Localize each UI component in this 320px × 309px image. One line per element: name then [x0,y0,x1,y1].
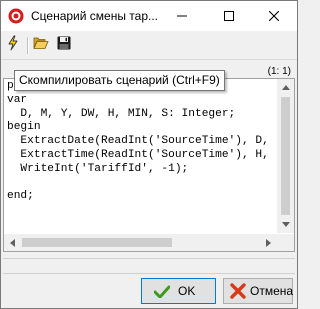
vertical-scrollbar[interactable] [277,79,294,233]
folder-open-icon [33,36,49,55]
window-title: Сценарий смены тар... [31,9,159,23]
horizontal-scrollbar[interactable] [4,234,277,251]
scroll-down-icon[interactable] [277,216,294,233]
toolbar [1,32,297,60]
close-button[interactable] [253,1,295,31]
lightning-icon [6,35,20,56]
cursor-position: (1: 1) [267,66,291,77]
open-button[interactable] [31,35,51,55]
cross-icon [230,283,246,299]
minimize-button[interactable] [161,1,203,31]
horizontal-scroll-thumb[interactable] [22,238,172,247]
scroll-left-icon[interactable] [4,234,21,251]
app-record-icon [8,8,24,24]
scroll-right-icon[interactable] [260,234,277,251]
code-editor[interactable]: procedure SelectTariff; var D, M, Y, DW,… [3,78,295,252]
dialog-window: Сценарий смены тар... Скомпилировать сце… [0,0,298,309]
cancel-label: Отмена [250,284,294,298]
scrollbar-corner [277,234,294,251]
cancel-button[interactable]: Отмена [223,278,293,304]
maximize-button[interactable] [208,1,250,31]
toolbar-separator [27,37,29,54]
ok-button[interactable]: OK [141,278,216,304]
save-button[interactable] [54,35,74,55]
ok-label: OK [178,284,196,298]
checkmark-icon [154,285,170,298]
compile-tooltip: Скомпилировать сценарий (Ctrl+F9) [14,70,225,91]
code-text[interactable]: procedure SelectTariff; var D, M, Y, DW,… [7,80,269,204]
compile-button[interactable] [3,35,23,55]
floppy-save-icon [57,36,71,55]
scroll-up-icon[interactable] [277,79,294,96]
title-bar[interactable]: Сценарий смены тар... [1,1,297,31]
status-bar [3,258,295,274]
vertical-scroll-thumb[interactable] [281,97,290,215]
